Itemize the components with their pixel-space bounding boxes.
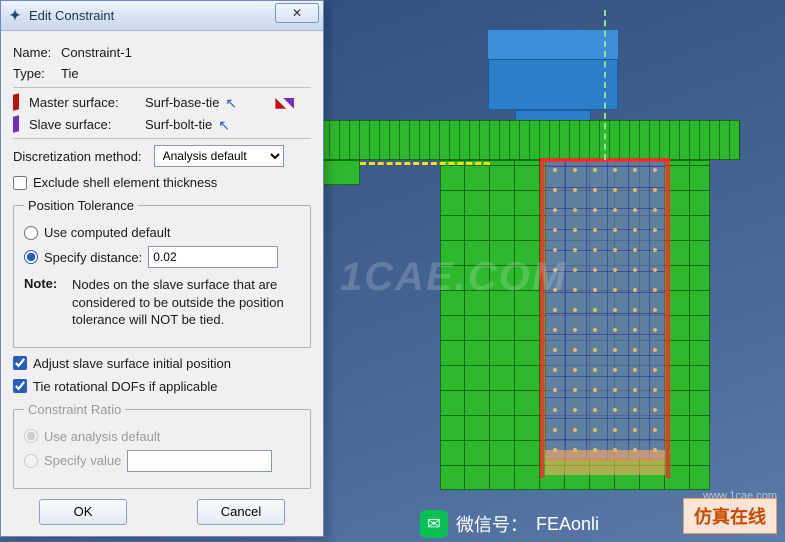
axis-indicator bbox=[604, 10, 606, 160]
constraint-ratio-group: Constraint Ratio Use analysis default Sp… bbox=[13, 402, 311, 489]
tie-nodes bbox=[545, 160, 665, 460]
use-computed-label: Use computed default bbox=[44, 225, 170, 240]
master-surface-value: Surf-base-tie bbox=[145, 95, 219, 110]
tie-surface-right bbox=[666, 158, 670, 478]
specify-distance-label: Specify distance: bbox=[44, 250, 142, 265]
use-computed-radio[interactable] bbox=[24, 226, 38, 240]
dialog-body: Name: Constraint-1 Type: Tie Master surf… bbox=[1, 31, 323, 533]
tie-rot-checkbox[interactable] bbox=[13, 379, 27, 393]
specify-distance-radio[interactable] bbox=[24, 250, 38, 264]
master-surface-icon bbox=[13, 93, 19, 111]
discretization-label: Discretization method: bbox=[13, 149, 142, 164]
contact-line bbox=[360, 162, 490, 165]
position-tolerance-legend: Position Tolerance bbox=[24, 198, 138, 213]
constraint-ratio-legend: Constraint Ratio bbox=[24, 402, 125, 417]
titlebar-icon: ✦ bbox=[7, 8, 23, 24]
adjust-slave-checkbox[interactable] bbox=[13, 356, 27, 370]
plate-mesh bbox=[310, 120, 740, 160]
ok-button[interactable]: OK bbox=[39, 499, 127, 525]
wechat-icon: ✉ bbox=[420, 510, 448, 538]
pick-master-icon[interactable]: ↖ bbox=[225, 95, 239, 109]
note-text: Nodes on the slave surface that are cons… bbox=[72, 276, 300, 329]
slave-surface-icon bbox=[13, 115, 19, 133]
bolt-shaft-bottom bbox=[545, 450, 665, 475]
separator bbox=[13, 87, 311, 88]
name-value: Constraint-1 bbox=[61, 45, 132, 60]
titlebar[interactable]: ✦ Edit Constraint ✕ bbox=[1, 1, 323, 31]
adjust-slave-label: Adjust slave surface initial position bbox=[33, 356, 231, 371]
swap-surfaces-icon[interactable]: ◣◥ bbox=[275, 94, 299, 110]
pick-slave-icon[interactable]: ↖ bbox=[218, 117, 232, 131]
tie-rot-label: Tie rotational DOFs if applicable bbox=[33, 379, 218, 394]
name-label: Name: bbox=[13, 45, 55, 60]
master-surface-label: Master surface: bbox=[29, 95, 139, 110]
specify-value-input bbox=[127, 450, 272, 472]
position-tolerance-group: Position Tolerance Use computed default … bbox=[13, 198, 311, 348]
wechat-handle: FEAonli bbox=[536, 514, 599, 535]
separator-2 bbox=[13, 138, 311, 139]
titlebar-text: Edit Constraint bbox=[29, 8, 114, 23]
note-label: Note: bbox=[24, 276, 72, 329]
cancel-button[interactable]: Cancel bbox=[197, 499, 285, 525]
use-analysis-default-label: Use analysis default bbox=[44, 429, 160, 444]
slave-surface-label: Slave surface: bbox=[29, 117, 139, 132]
wechat-prefix: 微信号： bbox=[456, 511, 528, 537]
type-label: Type: bbox=[13, 66, 55, 81]
tie-surface-left bbox=[540, 158, 544, 478]
wechat-bar: ✉ 微信号： FEAonli bbox=[420, 510, 599, 538]
specify-value-radio bbox=[24, 454, 38, 468]
specify-value-label: Specify value bbox=[44, 453, 121, 468]
close-button[interactable]: ✕ bbox=[275, 3, 319, 23]
edit-constraint-dialog: ✦ Edit Constraint ✕ Name: Constraint-1 T… bbox=[0, 0, 324, 537]
exclude-shell-label: Exclude shell element thickness bbox=[33, 175, 217, 190]
bolt-head-top bbox=[488, 30, 618, 60]
discretization-select[interactable]: Analysis default bbox=[154, 145, 284, 167]
specify-distance-input[interactable] bbox=[148, 246, 278, 268]
corner-badge: 仿真在线 bbox=[683, 498, 777, 534]
type-value: Tie bbox=[61, 66, 79, 81]
exclude-shell-checkbox[interactable] bbox=[13, 176, 27, 190]
fea-model bbox=[310, 30, 740, 490]
slave-surface-value: Surf-bolt-tie bbox=[145, 117, 212, 132]
use-analysis-default-radio bbox=[24, 429, 38, 443]
